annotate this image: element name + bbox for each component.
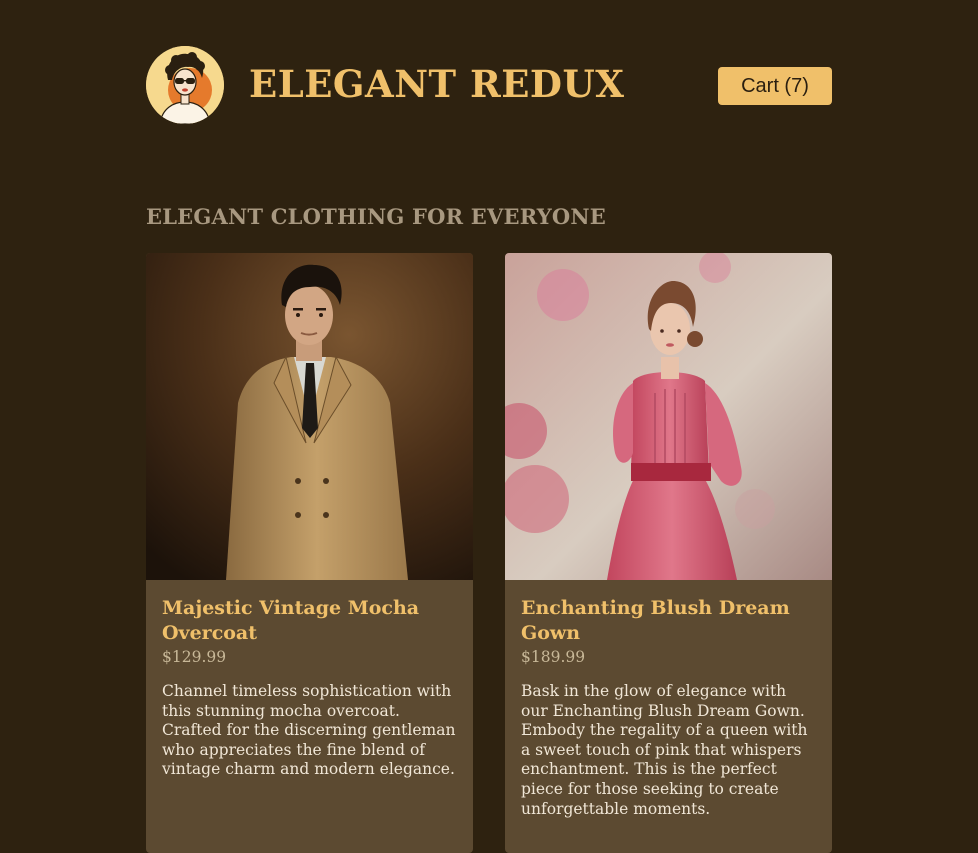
product-description: Bask in the glow of elegance with our En…: [521, 682, 808, 818]
product-card-body: Enchanting Blush Dream Gown $189.99 Bask…: [505, 580, 832, 819]
logo-avatar-icon[interactable]: [146, 46, 224, 124]
product-title[interactable]: Majestic Vintage Mocha Overcoat: [162, 596, 457, 646]
product-card[interactable]: Enchanting Blush Dream Gown $189.99 Bask…: [505, 253, 832, 853]
section-heading: ELEGANT CLOTHING FOR EVERYONE: [146, 204, 607, 229]
product-price: $189.99: [521, 648, 586, 666]
site-header: ELEGANT REDUX Cart (7): [146, 46, 832, 124]
product-price: $129.99: [162, 648, 227, 666]
cart-button[interactable]: Cart (7): [718, 67, 832, 105]
product-card-body: Majestic Vintage Mocha Overcoat $129.99 …: [146, 580, 473, 780]
product-image-overcoat[interactable]: [146, 253, 473, 580]
page: ELEGANT REDUX Cart (7) ELEGANT CLOTHING …: [0, 0, 978, 853]
brand-title[interactable]: ELEGANT REDUX: [249, 60, 624, 108]
product-title[interactable]: Enchanting Blush Dream Gown: [521, 596, 816, 646]
product-card[interactable]: Majestic Vintage Mocha Overcoat $129.99 …: [146, 253, 473, 853]
product-image-gown[interactable]: [505, 253, 832, 580]
product-description: Channel timeless sophistication with thi…: [162, 682, 456, 779]
